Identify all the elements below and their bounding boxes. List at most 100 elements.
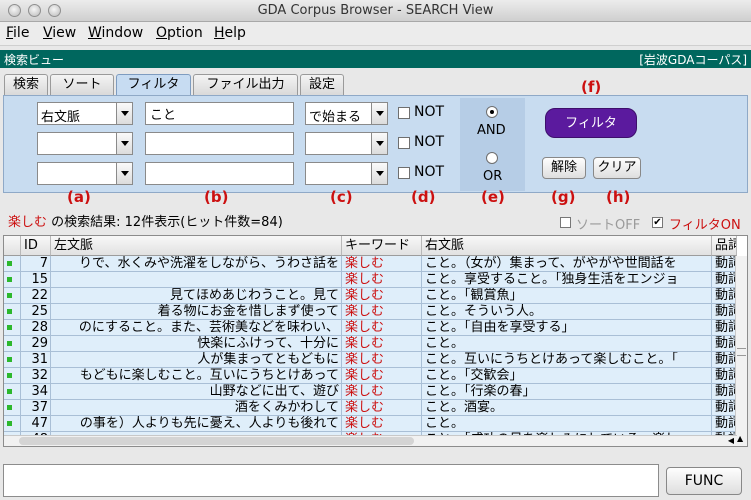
cell-pos: 動詞 <box>712 320 737 336</box>
not-checkbox-2[interactable] <box>398 137 410 149</box>
table-row[interactable]: 22見てほめあじわうこと。見て楽しむこと。「観賞魚」動詞 <box>4 288 737 304</box>
menu-help[interactable]: Help <box>214 25 246 41</box>
cell-keyword: 楽しむ <box>342 288 422 304</box>
cell-keyword: 楽しむ <box>342 416 422 432</box>
context-select-2[interactable] <box>37 132 133 155</box>
row-marker <box>4 352 21 368</box>
grip-icon <box>737 348 746 356</box>
cell-pos: 動詞 <box>712 352 737 368</box>
tab-file-output[interactable]: ファイル出力 <box>193 74 298 95</box>
cell-right-context: こと。酒宴。 <box>422 400 712 416</box>
table-row[interactable]: 28のにすること。また、芸術美などを味わい、楽しむこと。「自由を享受する」動詞 <box>4 320 737 336</box>
func-button[interactable]: FUNC <box>666 467 742 495</box>
tab-sort[interactable]: ソート <box>50 74 114 95</box>
cell-keyword: 楽しむ <box>342 400 422 416</box>
cell-pos: 動詞 <box>712 400 737 416</box>
annotation-f: (f) <box>581 78 602 96</box>
row-status-icon <box>7 373 12 378</box>
row-marker <box>4 288 21 304</box>
cell-right-context: こと。（女が）集まって、がやがや世間話を <box>422 256 712 272</box>
filter-on-checkbox[interactable]: ✔ <box>652 217 663 228</box>
cell-id: 37 <box>21 400 51 416</box>
filter-text-field-2[interactable] <box>145 132 294 155</box>
menu-file[interactable]: File <box>6 25 29 41</box>
filter-text-input-3[interactable] <box>146 163 293 184</box>
annotation-g: (g) <box>551 188 576 206</box>
menu-window[interactable]: Window <box>88 25 143 41</box>
table-row[interactable]: 32もどもに楽しむこと。互いにうちとけあって楽しむこと。「交歓会」動詞 <box>4 368 737 384</box>
tab-settings[interactable]: 設定 <box>300 74 344 95</box>
match-select-3[interactable] <box>305 162 388 185</box>
table-row[interactable]: 29快楽にふけって、十分に楽しむこと。動詞 <box>4 336 737 352</box>
menu-view[interactable]: View <box>43 25 76 41</box>
not-label-1: NOT <box>414 104 445 120</box>
filter-text-input-1[interactable] <box>146 103 293 124</box>
context-select-1[interactable]: 右文脈 <box>37 102 133 125</box>
cell-right-context: こと。 <box>422 416 712 432</box>
column-header-keyword[interactable]: キーワード <box>342 236 422 256</box>
cell-id: 31 <box>21 352 51 368</box>
corpus-name: [岩波GDAコーパス] <box>639 53 747 67</box>
command-input-box[interactable] <box>3 464 659 497</box>
row-status-icon <box>7 293 12 298</box>
cell-id: 34 <box>21 384 51 400</box>
column-header-left-context[interactable]: 左文脈 <box>51 236 342 256</box>
context-select-3[interactable] <box>37 162 133 185</box>
match-select-1[interactable]: で始まる <box>305 102 388 125</box>
table-row[interactable]: 47の事を）人よりも先に憂え、人よりも後れて楽しむこと。動詞 <box>4 416 737 432</box>
column-header-right-context[interactable]: 右文脈 <box>422 236 712 256</box>
row-status-icon <box>7 357 12 362</box>
table-row[interactable]: 31人が集まってともどもに楽しむこと。互いにうちとけあって楽しむこと。「動詞 <box>4 352 737 368</box>
table-row[interactable]: 37酒をくみかわして楽しむこと。酒宴。動詞 <box>4 400 737 416</box>
table-row[interactable]: 25着る物にお金を惜しまず使って楽しむこと。そういう人。動詞 <box>4 304 737 320</box>
tab-filter[interactable]: フィルタ <box>116 74 191 96</box>
annotation-b: (b) <box>204 188 229 206</box>
cell-pos: 動詞 <box>712 304 737 320</box>
column-header-id[interactable]: ID <box>21 236 51 256</box>
tab-search[interactable]: 検索 <box>4 74 48 95</box>
filter-button[interactable]: フィルタ <box>545 108 637 138</box>
filter-text-input-2[interactable] <box>146 133 293 154</box>
scroll-left-icon[interactable]: ◀ <box>728 436 734 445</box>
cell-pos: 動詞 <box>712 384 737 400</box>
horizontal-scroll-thumb[interactable] <box>19 437 414 445</box>
table-row[interactable]: 15 楽しむこと。享受すること。「独身生活をエンジョ動詞 <box>4 272 737 288</box>
scroll-up-icon[interactable]: ▲ <box>737 435 743 443</box>
not-checkbox-1[interactable] <box>398 107 410 119</box>
row-status-icon <box>7 421 12 426</box>
sort-off-checkbox[interactable] <box>560 217 571 228</box>
table-row[interactable]: 34山野などに出て、遊び楽しむこと。「行楽の春」動詞 <box>4 384 737 400</box>
cell-left-context <box>51 272 342 288</box>
annotation-e: (e) <box>481 188 505 206</box>
horizontal-scrollbar[interactable]: ◀ <box>4 435 737 446</box>
filter-text-field-3[interactable] <box>145 162 294 185</box>
table-row[interactable]: 7 りで、水くみや洗濯をしながら、うわさ話を 楽しむ こと。（女が）集まって、がやがや… <box>4 256 737 272</box>
chevron-down-icon <box>116 103 132 124</box>
clear-button[interactable]: クリア <box>593 157 641 179</box>
row-marker <box>4 416 21 432</box>
cell-pos: 動詞 <box>712 272 737 288</box>
or-radio[interactable] <box>486 152 498 164</box>
vertical-scrollbar[interactable]: ▲ <box>735 256 747 446</box>
not-checkbox-3[interactable] <box>398 167 410 179</box>
match-select-2[interactable] <box>305 132 388 155</box>
filter-text-field-1[interactable] <box>145 102 294 125</box>
annotation-c: (c) <box>330 188 353 206</box>
chevron-down-icon <box>371 103 387 124</box>
and-radio[interactable] <box>486 106 498 118</box>
row-marker <box>4 384 21 400</box>
cell-pos: 動詞 <box>712 256 737 272</box>
row-status-icon <box>7 277 12 282</box>
cell-right-context: こと。 <box>422 336 712 352</box>
cell-left-context: 酒をくみかわして <box>51 400 342 416</box>
menu-option[interactable]: Option <box>156 25 203 41</box>
and-label: AND <box>477 123 506 138</box>
remove-filter-button[interactable]: 解除 <box>542 157 586 179</box>
cell-right-context: こと。「観賞魚」 <box>422 288 712 304</box>
cell-left-context: 人が集まってともどもに <box>51 352 342 368</box>
column-header-pos[interactable]: 品詞 <box>712 236 737 256</box>
annotation-a: (a) <box>67 188 91 206</box>
menu-bar: File View Window Option Help <box>0 22 751 46</box>
row-status-icon <box>7 261 12 266</box>
result-keyword: 楽しむ <box>8 215 48 230</box>
